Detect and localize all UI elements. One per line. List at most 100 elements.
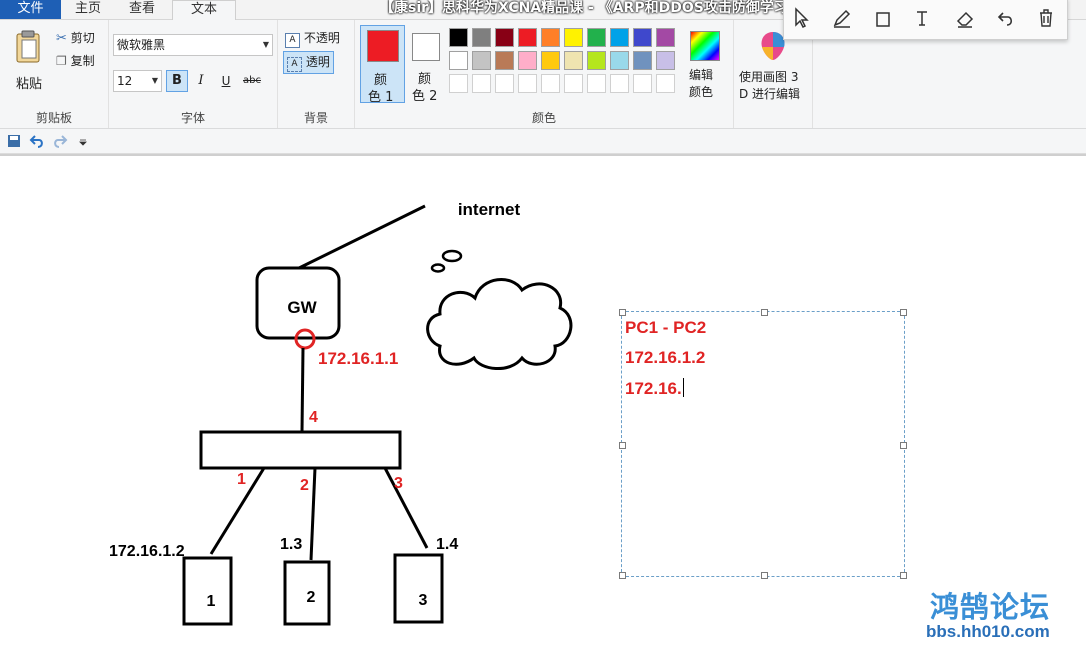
host-label-1: 1 [207,593,216,610]
text-line-1: PC1 - PC2 [625,318,707,337]
bold-button[interactable]: B [166,70,188,92]
redo-icon[interactable] [52,133,68,149]
palette-swatch[interactable] [564,28,583,47]
link-switch-gw [300,347,305,433]
palette-swatch[interactable] [541,51,560,70]
palette-swatch[interactable] [610,74,629,93]
text-line-2: 172.16.1.2 [625,348,706,367]
resize-handle[interactable] [900,572,907,579]
save-icon[interactable] [7,134,21,148]
edit-colors-button[interactable]: 编辑 颜色 [685,28,725,104]
watermark-url: bbs.hh010.com [926,622,1050,641]
palette-swatch[interactable] [472,51,491,70]
palette-swatch[interactable] [633,28,652,47]
palette-swatch[interactable] [633,74,652,93]
cut-label: 剪切 [70,31,95,45]
gateway-label: GW [287,298,317,317]
italic-button[interactable]: I [191,71,211,91]
switch-box [199,430,402,470]
port-label-1: 1 [237,471,246,488]
edit-colors-label-bottom: 颜色 [689,85,714,99]
palette-swatch[interactable] [472,74,491,93]
background-group-label: 背景 [303,111,328,125]
cloud-label: internet [458,200,521,219]
tab-file[interactable]: 文件 [0,0,61,19]
palette-swatch[interactable] [495,28,514,47]
palette-swatch[interactable] [656,74,675,93]
font-group: 微软雅黑 ▼ 12 ▼ B I U abc 字体 [109,20,278,128]
color1-button[interactable]: 颜 色 1 [360,25,405,105]
color2-button[interactable]: 颜 色 2 [407,25,447,104]
palette-swatch[interactable] [449,74,468,93]
palette-swatch[interactable] [587,51,606,70]
host-label-2: 2 [307,589,316,606]
palette-swatch[interactable] [587,28,606,47]
underline-button[interactable]: U [216,71,236,91]
customize-dropdown-icon[interactable] [78,137,88,147]
palette-swatch[interactable] [656,51,675,70]
opaque-icon: A [285,33,300,48]
palette-swatch[interactable] [495,74,514,93]
palette-swatch[interactable] [518,28,537,47]
uplink-port-label: 4 [309,409,318,426]
copy-button[interactable]: ❐ 复制 [56,52,95,69]
palette-swatch[interactable] [587,74,606,93]
font-size-value: 12 [117,74,133,88]
eraser-icon[interactable] [954,7,976,29]
palette-swatch[interactable] [518,74,537,93]
drawing-canvas[interactable]: internet GW 172.16.1.1 4 1 2 3 1 2 3 172… [0,154,1086,658]
palette-swatch[interactable] [495,51,514,70]
tab-text[interactable]: 文本 [172,0,236,21]
clipboard-group-label: 剪贴板 [35,111,72,125]
resize-handle[interactable] [619,442,626,449]
palette-swatch[interactable] [449,28,468,47]
resize-handle[interactable] [619,572,626,579]
palette-swatch[interactable] [564,51,583,70]
resize-handle[interactable] [619,309,626,316]
resize-handle[interactable] [900,309,907,316]
resize-handle[interactable] [761,309,768,316]
tab-view[interactable]: 查看 [116,0,168,19]
clipboard-group: 粘贴 ✂ 剪切 ❐ 复制 剪贴板 [0,20,109,128]
pen-icon[interactable] [831,7,853,29]
strikethrough-button[interactable]: abc [240,71,264,91]
opaque-option[interactable]: A 不透明 [285,29,340,48]
palette-swatch[interactable] [564,74,583,93]
resize-handle[interactable] [900,442,907,449]
copy-label: 复制 [70,54,95,68]
palette-swatch[interactable] [656,28,675,47]
cloud-bubble [441,249,463,263]
palette-swatch[interactable] [610,51,629,70]
text-box[interactable]: PC1 - PC2 172.16.1.2 172.16. [619,309,907,579]
font-size-select[interactable]: 12 ▼ [113,70,162,92]
tab-home[interactable]: 主页 [62,0,114,19]
color1-swatch [367,30,399,62]
host-box-3 [393,553,444,624]
text-icon[interactable] [911,7,933,29]
cloud-bubble [430,263,446,273]
transparent-option[interactable]: A 透明 [283,51,334,74]
host-ip-3: 1.4 [436,536,458,553]
trash-icon[interactable] [1035,7,1057,29]
shape-icon[interactable] [872,7,894,29]
palette-swatch[interactable] [518,51,537,70]
host-ip-2: 1.3 [280,536,302,553]
undo-icon[interactable] [29,133,45,149]
cut-button[interactable]: ✂ 剪切 [56,29,95,46]
palette-swatch[interactable] [610,28,629,47]
cursor-icon[interactable] [790,7,812,29]
internet-cloud [426,278,573,370]
palette-swatch[interactable] [541,74,560,93]
undo-icon[interactable] [995,7,1017,29]
palette-swatch[interactable] [472,28,491,47]
palette-swatch[interactable] [449,51,468,70]
color1-label-bottom: 色 1 [368,90,394,105]
palette-swatch[interactable] [541,28,560,47]
resize-handle[interactable] [761,572,768,579]
paste-button[interactable]: 粘贴 [10,28,46,92]
font-group-label: 字体 [180,111,205,125]
font-family-select[interactable]: 微软雅黑 ▼ [113,34,273,56]
palette-swatch[interactable] [633,51,652,70]
port-label-3: 3 [394,475,403,492]
scissors-icon: ✂ [56,31,67,46]
